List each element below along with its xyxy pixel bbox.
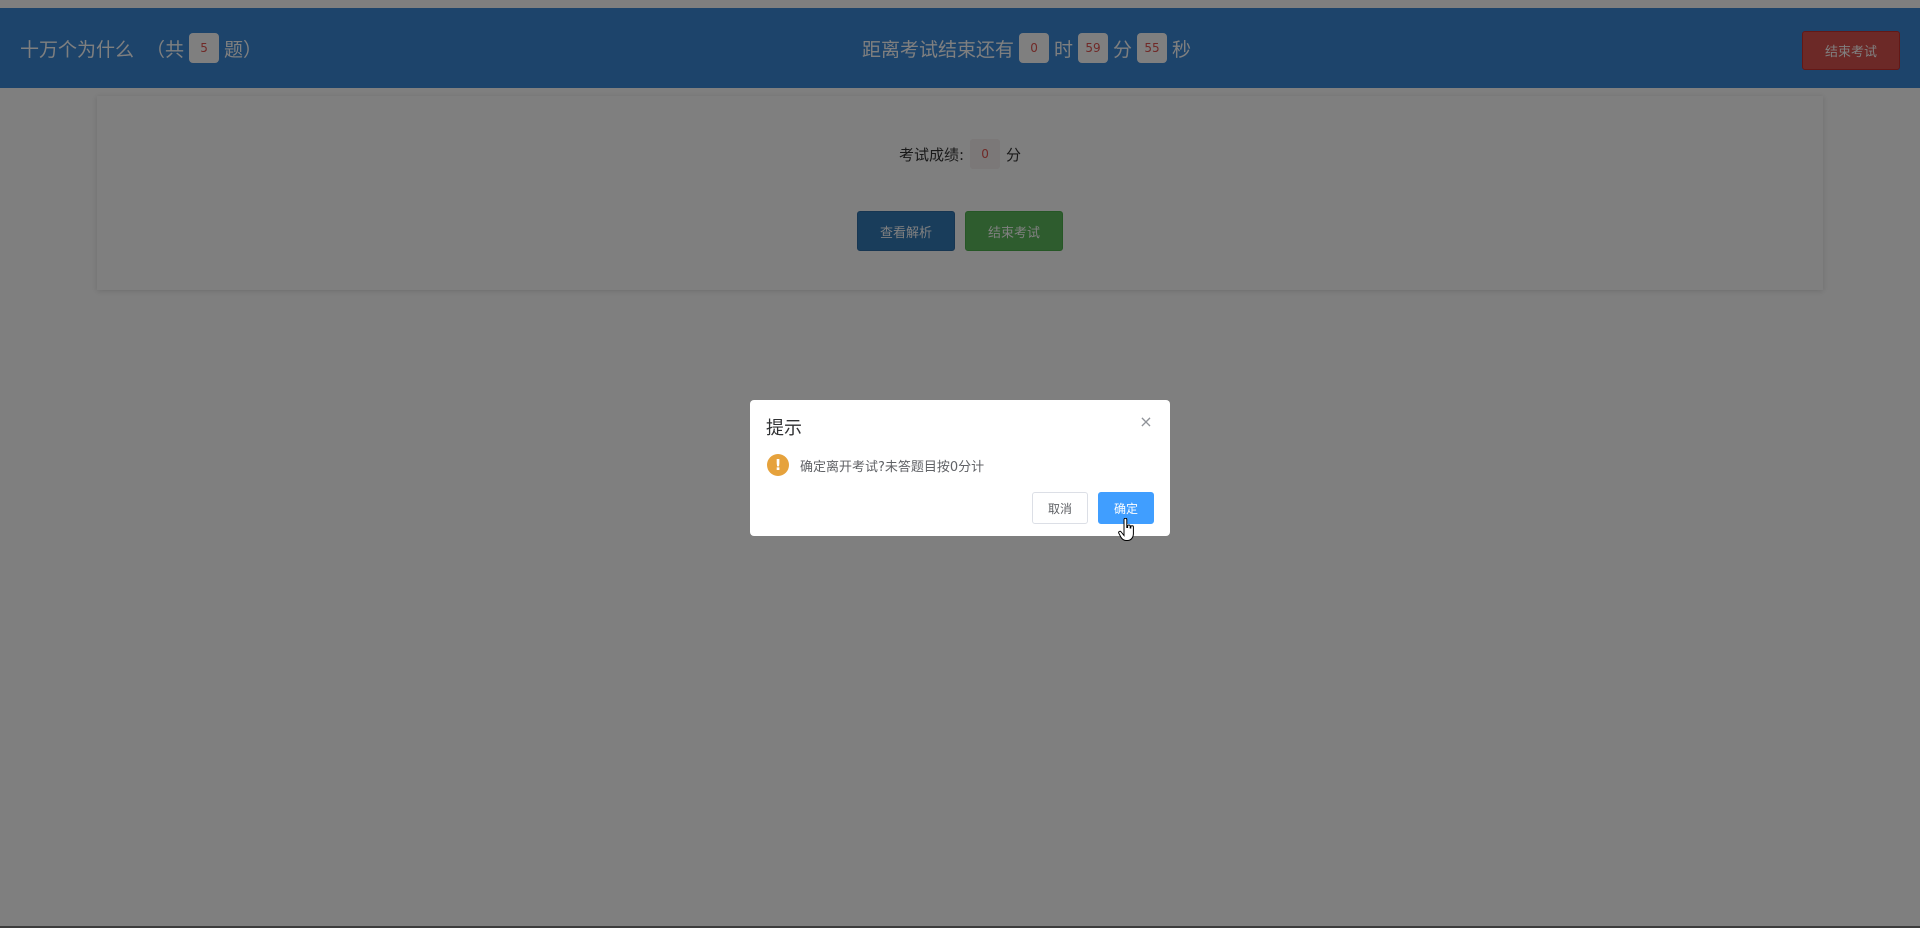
dialog-message-row: ! 确定离开考试?未答题目按0分计 bbox=[767, 454, 984, 476]
warning-icon: ! bbox=[767, 454, 789, 476]
dialog-message: 确定离开考试?未答题目按0分计 bbox=[800, 459, 985, 475]
confirm-dialog: 提示 × ! 确定离开考试?未答题目按0分计 取消 确定 bbox=[750, 400, 1170, 536]
close-icon[interactable]: × bbox=[1138, 414, 1154, 430]
cancel-button[interactable]: 取消 bbox=[1032, 492, 1088, 524]
exam-page: 十万个为什么 （共 5 题） 距离考试结束还有 0 时 59 分 55 秒 结束… bbox=[0, 0, 1920, 928]
dialog-title: 提示 bbox=[766, 418, 802, 439]
confirm-button[interactable]: 确定 bbox=[1098, 492, 1154, 524]
